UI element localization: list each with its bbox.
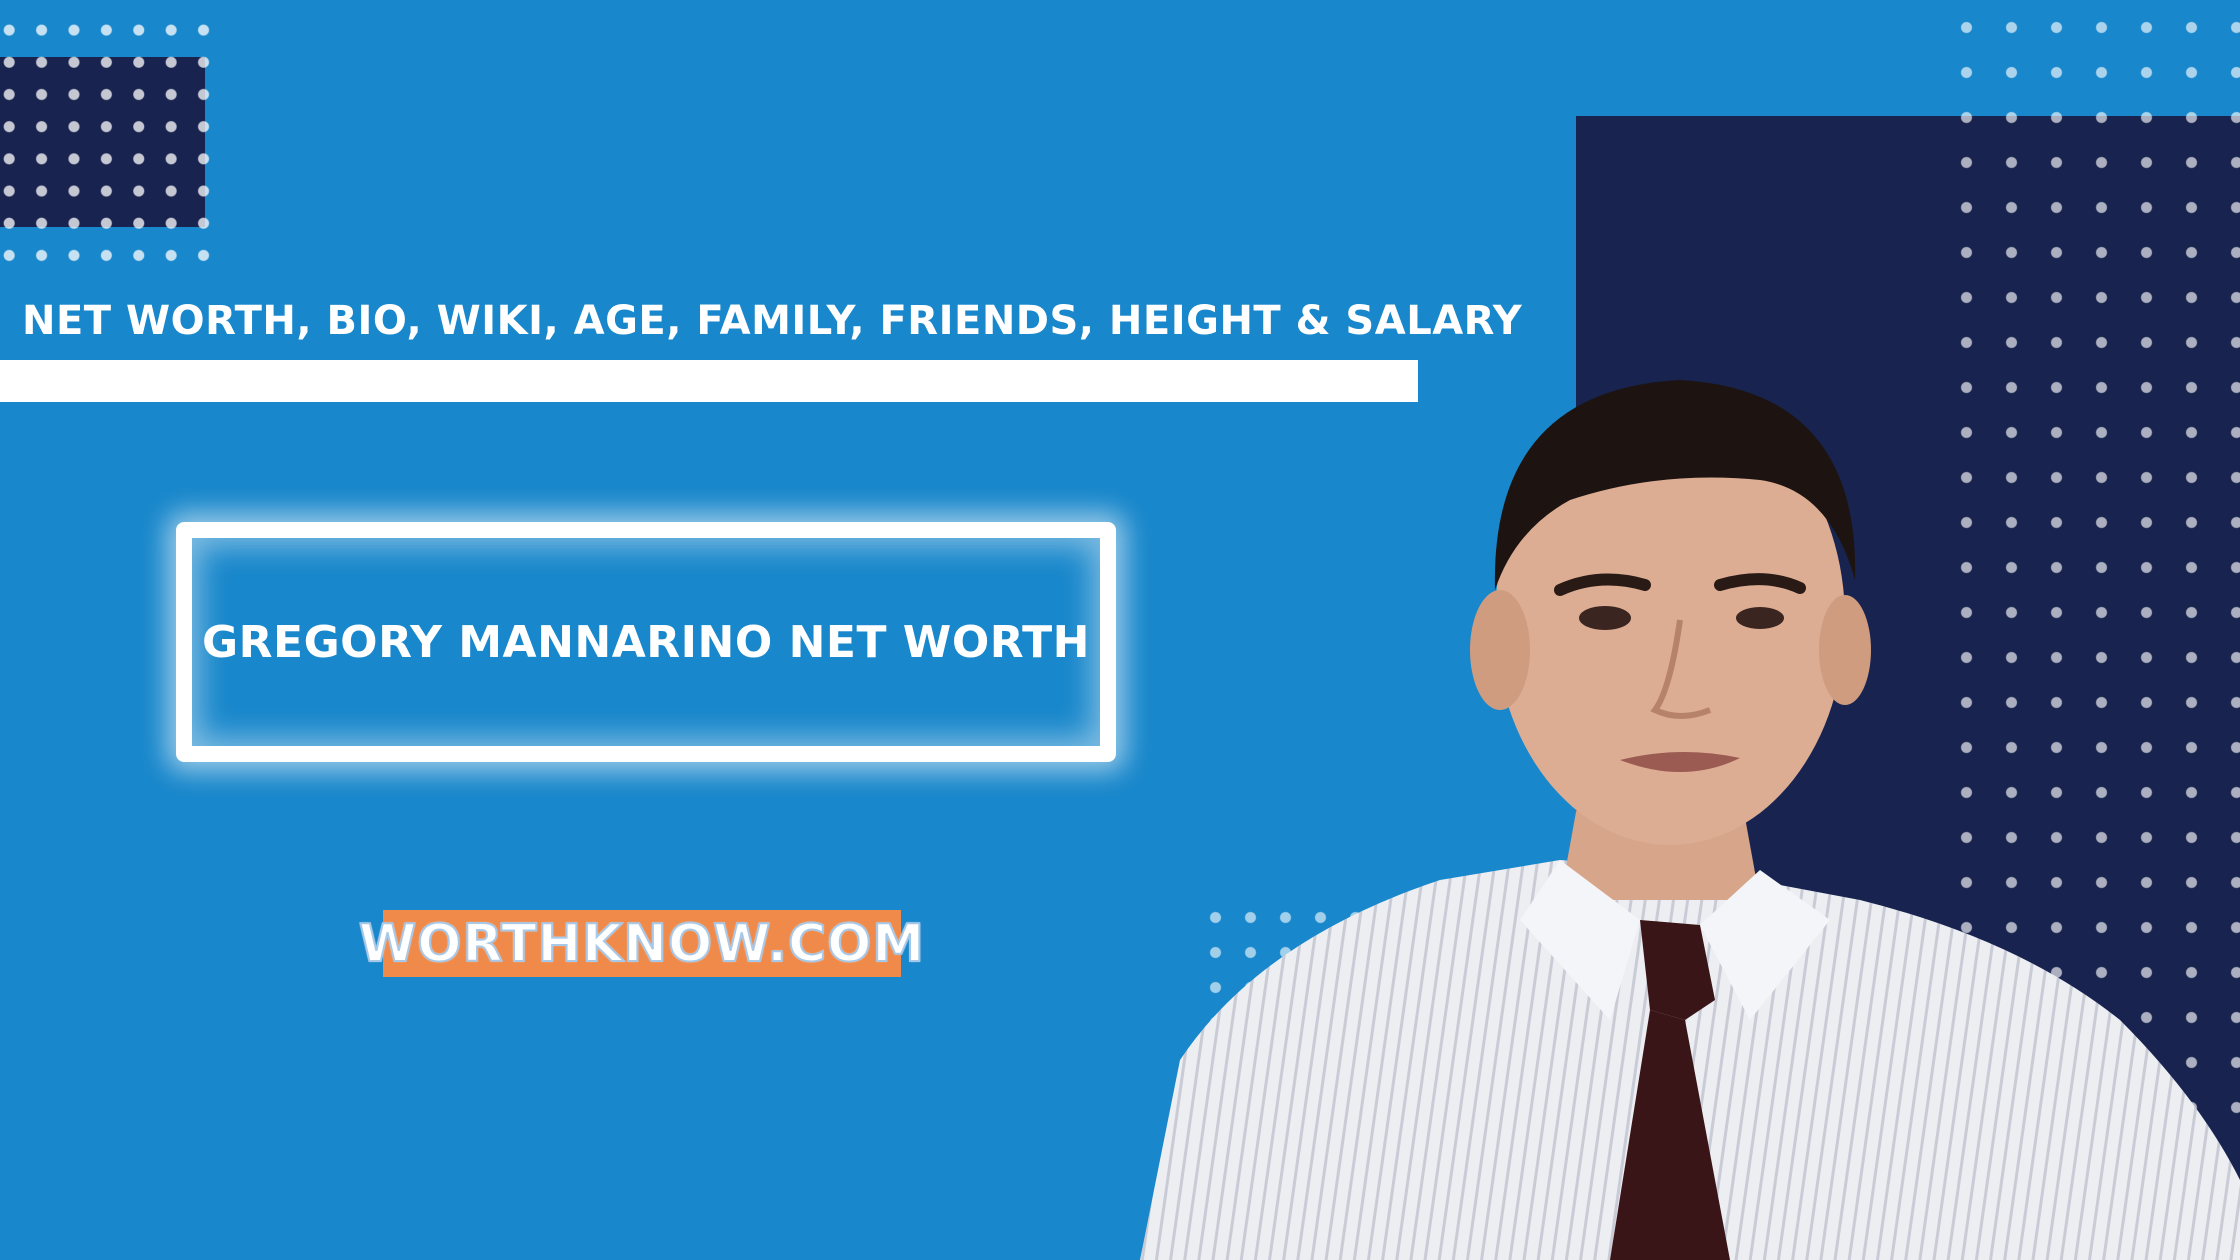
- subtitle: NET WORTH, BIO, WIKI, AGE, FAMILY, FRIEN…: [22, 298, 1523, 344]
- site-badge[interactable]: WORTHKNOW.COM: [358, 910, 925, 977]
- site-badge-text: WORTHKNOW.COM: [358, 913, 926, 975]
- dot-pattern-top-left: [0, 14, 210, 266]
- headline: GREGORY MANNARINO NET WORTH: [202, 616, 1090, 668]
- headline-frame: GREGORY MANNARINO NET WORTH: [176, 522, 1116, 762]
- person-photo: [1140, 380, 2240, 1260]
